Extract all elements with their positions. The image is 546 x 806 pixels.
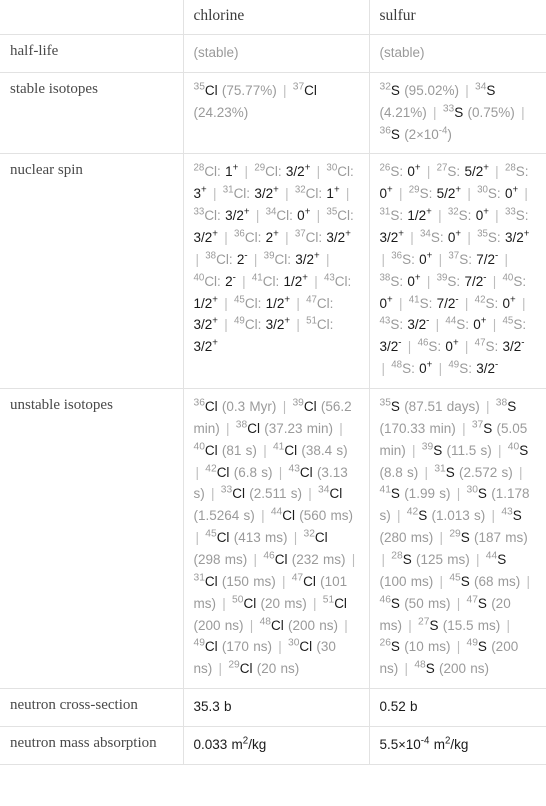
cell-chlorine-4: 35.3 b	[183, 688, 370, 728]
cell-chlorine-0: (stable)	[183, 34, 370, 73]
table-row: half-life (stable) (stable)	[0, 34, 546, 73]
row-label-nuclear-spin: nuclear spin	[0, 153, 184, 390]
row-label-neutron-cross-section: neutron cross-section	[0, 688, 184, 728]
cell-sulfur-2: 26S: 0+ | 27S: 5/2+ | 28S: 0+ | 29S: 5/2…	[369, 153, 546, 390]
table-body: chlorine sulfur half-life (stable) (stable…	[0, 0, 546, 765]
cell-sulfur-5: 5.5×10-4 m2/kg	[369, 726, 546, 765]
table-row: nuclear spin 28Cl: 1+ | 29Cl: 3/2+ | 30Cl…	[0, 153, 546, 390]
cell-sulfur-1: 32S (95.02%) | 34S (4.21%) | 33S (0.75%)…	[369, 71, 546, 155]
column-header-sulfur: sulfur	[369, 0, 546, 35]
row-label-neutron-mass-absorption: neutron mass absorption	[0, 726, 184, 765]
table-row: neutron cross-section 35.3 b 0.52 b	[0, 688, 546, 728]
cell-chlorine-5: 0.033 m2/kg	[183, 726, 370, 765]
cell-chlorine-3: 36Cl (0.3 Myr) | 39Cl (56.2 min) | 38Cl …	[183, 388, 370, 690]
table-header-row: chlorine sulfur	[0, 0, 546, 35]
header-corner-cell	[0, 0, 184, 35]
table-row: unstable isotopes 36Cl (0.3 Myr) | 39Cl (…	[0, 388, 546, 690]
isotope-properties-table: chlorine sulfur half-life (stable) (stable…	[0, 0, 546, 765]
cell-chlorine-2: 28Cl: 1+ | 29Cl: 3/2+ | 30Cl: 3+ | 31Cl:…	[183, 153, 370, 390]
cell-sulfur-0: (stable)	[369, 34, 546, 73]
cell-chlorine-1: 35Cl (75.77%) | 37Cl (24.23%)	[183, 71, 370, 155]
table-row: stable isotopes 35Cl (75.77%) | 37Cl (24.…	[0, 71, 546, 155]
row-label-unstable-isotopes: unstable isotopes	[0, 388, 184, 690]
cell-sulfur-4: 0.52 b	[369, 688, 546, 728]
cell-sulfur-3: 35S (87.51 days) | 38S (170.33 min) | 37…	[369, 388, 546, 690]
row-label-half-life: half-life	[0, 34, 184, 73]
table-row: neutron mass absorption 0.033 m2/kg 5.5×10…	[0, 726, 546, 765]
row-label-stable-isotopes: stable isotopes	[0, 71, 184, 155]
column-header-chlorine: chlorine	[183, 0, 370, 35]
